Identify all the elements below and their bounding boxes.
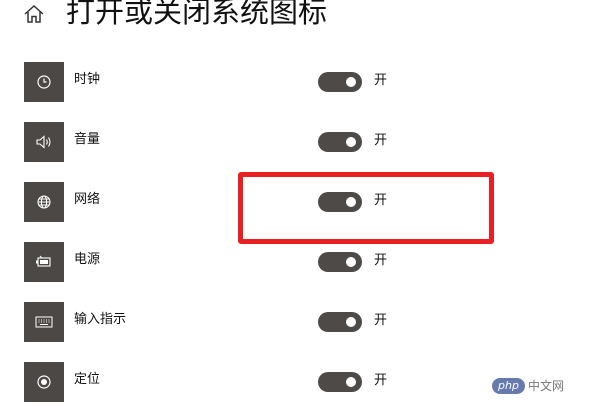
battery-icon (24, 242, 64, 282)
toggle-volume[interactable] (318, 132, 362, 152)
setting-row-clock: 时钟 开 (0, 62, 600, 106)
toggle-state: 开 (374, 313, 388, 328)
watermark-badge: php (492, 378, 525, 394)
setting-row-power: 电源 开 (0, 242, 600, 286)
volume-icon (24, 122, 64, 162)
setting-row-network: 网络 开 (0, 182, 600, 226)
toggle-input-indicator[interactable] (318, 312, 362, 332)
watermark: php 中文网 (492, 377, 564, 395)
toggle-clock[interactable] (318, 72, 362, 92)
toggle-state: 开 (374, 193, 388, 208)
setting-label: 音量 (74, 132, 101, 147)
toggle-state: 开 (374, 133, 388, 148)
clock-icon (24, 62, 64, 102)
watermark-text: 中文网 (527, 379, 564, 393)
setting-label: 时钟 (74, 72, 101, 87)
keyboard-icon (24, 302, 64, 342)
toggle-state: 开 (374, 73, 388, 88)
setting-label: 电源 (74, 252, 101, 267)
setting-row-volume: 音量 开 (0, 122, 600, 166)
home-icon[interactable] (22, 4, 46, 24)
toggle-power[interactable] (318, 252, 362, 272)
toggle-network[interactable] (318, 192, 362, 212)
toggle-state: 开 (374, 253, 388, 268)
setting-label: 网络 (74, 192, 101, 207)
toggle-state: 开 (374, 373, 388, 388)
setting-label: 输入指示 (74, 312, 127, 327)
globe-icon (24, 182, 64, 222)
page-title: 打开或关闭系统图标 (66, 0, 328, 29)
setting-label: 定位 (74, 372, 101, 387)
setting-row-input-indicator: 输入指示 开 (0, 302, 600, 346)
location-icon (24, 362, 64, 402)
header: 打开或关闭系统图标 (0, 0, 600, 40)
toggle-location[interactable] (318, 372, 362, 392)
